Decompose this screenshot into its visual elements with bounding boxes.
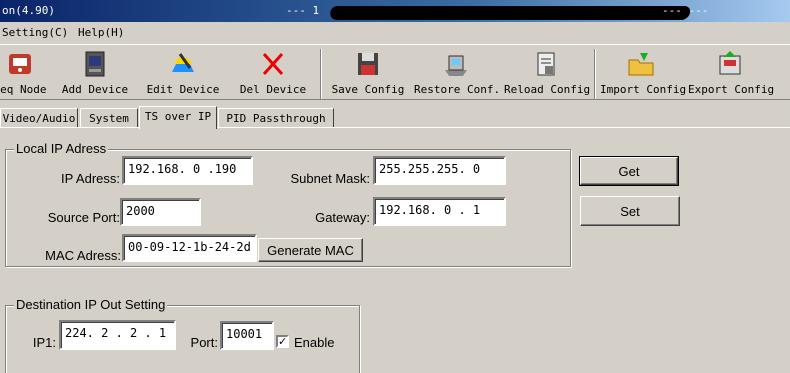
enable-label: Enable bbox=[294, 335, 335, 350]
import-icon bbox=[628, 53, 654, 76]
toolbar: req Node Add Device Edit Device Del Devi… bbox=[0, 44, 790, 100]
mac-address-field[interactable]: 00-09-12-1b-24-2d bbox=[122, 234, 257, 262]
tab-divider bbox=[0, 127, 790, 128]
tab-video-audio[interactable]: Video/Audio bbox=[0, 108, 78, 128]
window-title-right: --- --- bbox=[662, 4, 709, 17]
menu-setting[interactable]: Setting(C) bbox=[2, 26, 68, 39]
toolbar-separator bbox=[320, 49, 322, 99]
add-device-icon bbox=[85, 51, 105, 77]
edit-device-button[interactable]: Edit Device bbox=[146, 47, 220, 99]
subnet-mask-field[interactable]: 255.255.255. 0 bbox=[373, 156, 506, 185]
window-title: on(4.90) bbox=[2, 4, 55, 17]
toolbar-separator bbox=[594, 49, 596, 99]
tab-ts-over-ip[interactable]: TS over IP bbox=[139, 106, 217, 129]
ip-address-field[interactable]: 192.168. 0 .190 bbox=[122, 156, 253, 185]
local-ip-title: Local IP Adress bbox=[14, 141, 109, 156]
import-config-button[interactable]: Import Config bbox=[600, 47, 687, 99]
delete-device-button[interactable]: Del Device bbox=[236, 47, 310, 99]
save-config-button[interactable]: Save Config bbox=[330, 47, 406, 99]
ip1-field[interactable]: 224. 2 . 2 . 1 bbox=[59, 320, 176, 350]
export-config-button[interactable]: Export Config bbox=[688, 47, 775, 99]
menu-bar: Setting(C) Help(H) bbox=[0, 22, 790, 44]
freq-node-button[interactable]: req Node bbox=[0, 47, 48, 99]
freq-node-icon bbox=[9, 54, 31, 74]
freq-node-label: req Node bbox=[0, 83, 47, 96]
redaction-mark bbox=[327, 6, 693, 20]
restore-icon bbox=[445, 55, 467, 76]
reload-config-button[interactable]: Reload Config bbox=[504, 47, 591, 99]
gateway-field[interactable]: 192.168. 0 . 1 bbox=[373, 197, 506, 226]
ip1-label: IP1: bbox=[32, 335, 56, 350]
delete-icon bbox=[262, 52, 284, 76]
export-config-label: Export Config bbox=[688, 83, 775, 96]
tab-pid-passthrough[interactable]: PID Passthrough bbox=[218, 108, 334, 128]
add-device-button[interactable]: Add Device bbox=[58, 47, 132, 99]
edit-device-label: Edit Device bbox=[146, 83, 220, 96]
restore-config-button[interactable]: Restore Conf. bbox=[414, 47, 501, 99]
source-port-field[interactable]: 2000 bbox=[120, 198, 201, 226]
reload-icon bbox=[537, 52, 555, 76]
tab-system[interactable]: System bbox=[80, 108, 138, 128]
subnet-mask-label: Subnet Mask: bbox=[290, 171, 371, 186]
export-icon bbox=[719, 51, 741, 75]
destination-title: Destination IP Out Setting bbox=[14, 297, 168, 312]
source-port-label: Source Port: bbox=[47, 210, 120, 225]
menu-help[interactable]: Help(H) bbox=[78, 26, 124, 39]
generate-mac-button[interactable]: Generate MAC bbox=[258, 238, 363, 262]
title-bar: on(4.90) --- 1 --- --- bbox=[0, 0, 790, 22]
window-title-mid: --- 1 bbox=[286, 4, 320, 17]
set-button[interactable]: Set bbox=[580, 196, 680, 226]
save-config-label: Save Config bbox=[331, 83, 405, 96]
restore-config-label: Restore Conf. bbox=[414, 83, 501, 96]
dest-port-field[interactable]: 10001 bbox=[220, 321, 274, 350]
add-device-label: Add Device bbox=[61, 83, 129, 96]
save-icon bbox=[358, 53, 378, 75]
dest-port-label: Port: bbox=[190, 335, 218, 350]
import-config-label: Import Config bbox=[600, 83, 687, 96]
enable-checkbox[interactable]: ✓ bbox=[276, 335, 289, 348]
get-button[interactable]: Get bbox=[579, 156, 679, 186]
ip-address-label: IP Adress: bbox=[60, 171, 120, 186]
edit-device-icon bbox=[172, 53, 194, 72]
tab-strip: Video/Audio System TS over IP PID Passth… bbox=[0, 106, 790, 129]
reload-config-label: Reload Config bbox=[504, 83, 591, 96]
delete-device-label: Del Device bbox=[239, 83, 307, 96]
gateway-label: Gateway: bbox=[315, 210, 370, 225]
mac-address-label: MAC Adress: bbox=[45, 248, 121, 263]
